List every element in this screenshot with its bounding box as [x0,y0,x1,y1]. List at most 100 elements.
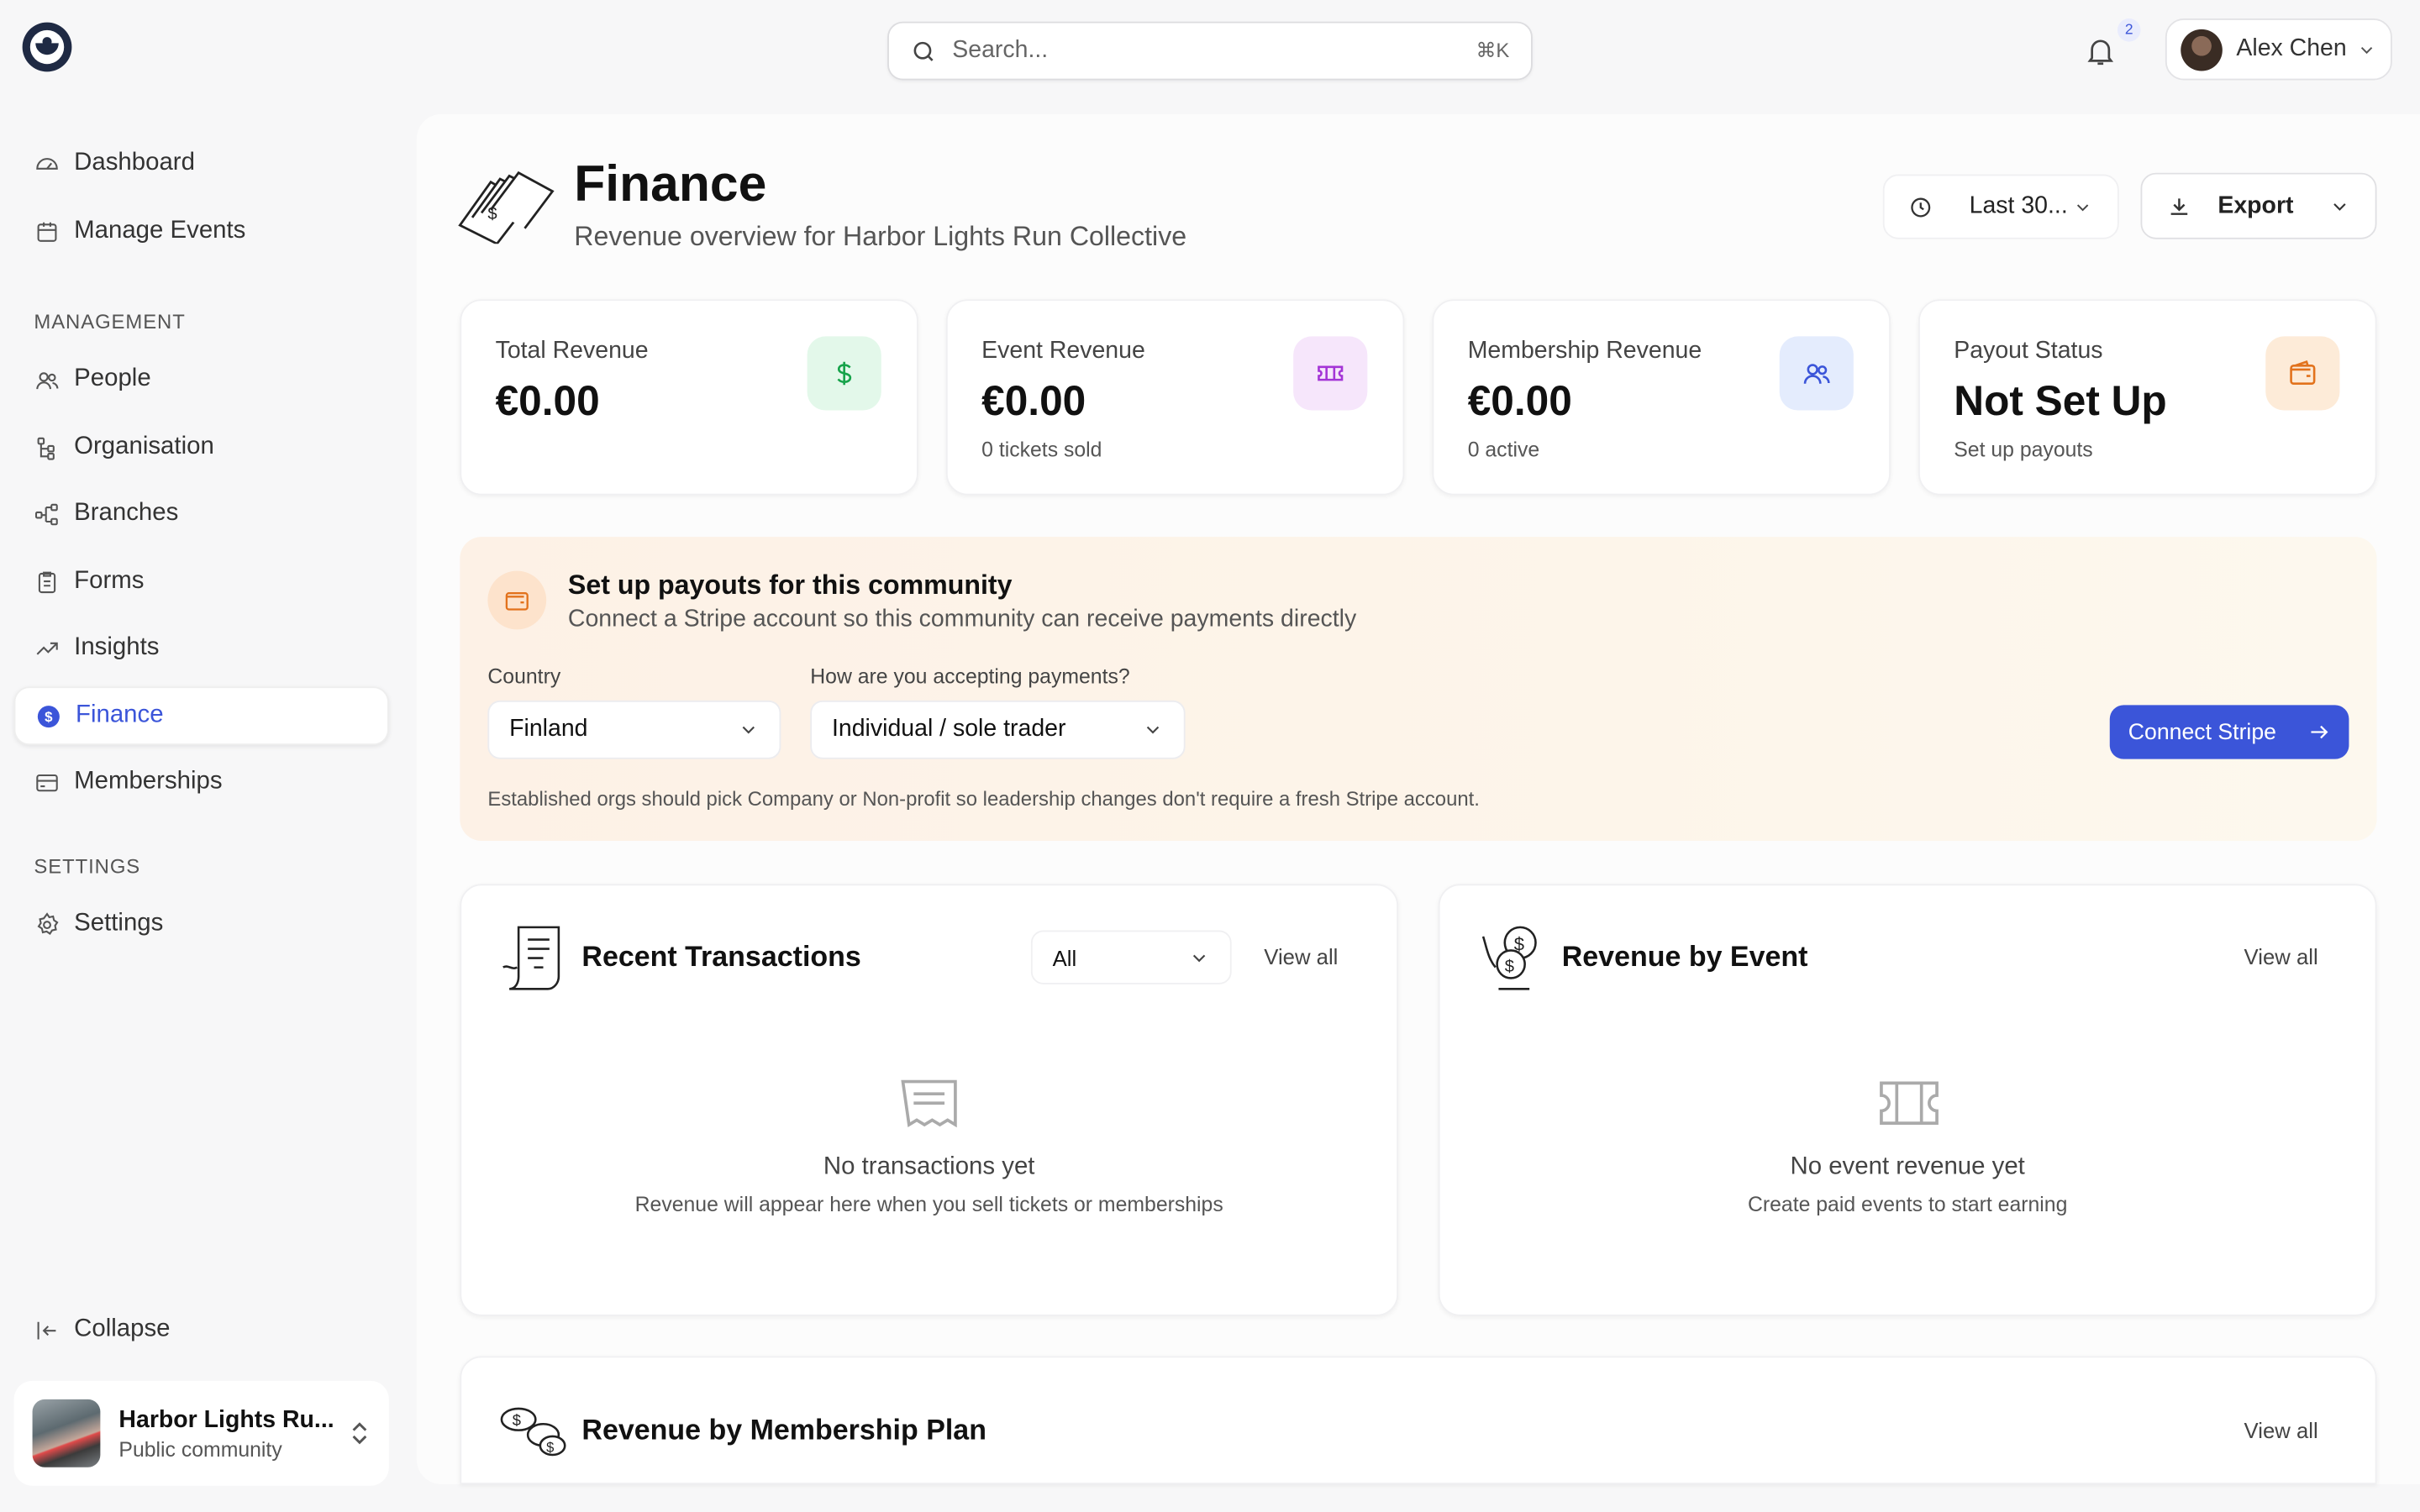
ticket-icon [1880,1081,1939,1125]
transactions-filter-select[interactable]: All [1030,930,1232,984]
wallet-icon [2265,336,2340,411]
download-icon [2170,197,2188,214]
export-label: Export [2217,192,2294,218]
payment-method-label: How are you accepting payments? [810,664,1130,689]
chevron-down-icon [2333,202,2346,210]
gauge-icon [36,157,58,169]
svg-text:$: $ [1514,933,1524,954]
notification-badge: 2 [2117,18,2141,42]
stat-card-event-revenue: Event Revenue €0.00 0 tickets sold [945,299,1405,496]
stat-label: Total Revenue [495,338,649,365]
svg-text:$: $ [45,708,53,724]
receipt-icon [502,926,560,990]
sidebar-item-label: Branches [74,500,179,527]
stat-sub: 0 tickets sold [981,438,1102,462]
users-icon [1779,336,1854,411]
org-tree-icon [37,436,55,459]
gear-icon [37,911,59,935]
payout-hint: Established orgs should pick Company or … [487,786,1480,811]
clock-icon [1911,197,1931,217]
community-avatar [32,1399,101,1467]
stat-sub: Set up payouts [1954,438,2093,462]
page-title: Finance [574,154,767,212]
country-select[interactable]: Finland [487,700,781,759]
trend-icon [36,641,58,654]
sidebar-item-branches[interactable]: Branches [14,485,389,543]
sidebar-item-label: Settings [74,910,164,937]
svg-text:$: $ [487,205,497,223]
money-bills-icon: $ [458,171,555,244]
community-visibility: Public community [118,1436,282,1461]
calendar-icon [37,221,57,241]
management-heading: MANAGEMENT [34,310,186,333]
coins-icon: $ $ [500,1407,566,1457]
sidebar-item-label: Insights [74,633,160,661]
avatar [2181,28,2223,71]
sidebar-item-memberships[interactable]: Memberships [14,753,389,811]
payment-method-select[interactable]: Individual / sole trader [810,700,1186,759]
event-revenue-empty-title: No event revenue yet [1790,1153,2025,1181]
chevron-down-icon [1146,726,1160,734]
country-label: Country [487,664,561,689]
page-subtitle: Revenue overview for Harbor Lights Run C… [574,220,1187,252]
card-icon [36,774,58,791]
chevron-up-down-icon [352,1422,367,1445]
arrow-right-icon [2311,725,2328,739]
sidebar-item-finance[interactable]: $ Finance [13,686,389,746]
sidebar-item-forms[interactable]: Forms [14,553,389,612]
stat-sub: 0 active [1467,438,1540,462]
search-placeholder: Search... [952,37,1049,64]
plan-revenue-view-all-link[interactable]: View all [2244,1418,2318,1442]
sidebar-item-label: Finance [75,701,164,728]
date-range-label: Last 30... [1969,192,2068,219]
search-input[interactable]: Search... ⌘K [887,21,1533,81]
stat-card-total-revenue: Total Revenue €0.00 [460,299,918,496]
chevron-down-icon [2360,46,2373,54]
receipt-icon [901,1079,957,1128]
export-button[interactable]: Export [2140,172,2377,239]
stat-card-payout-status: Payout Status Not Set Up Set up payouts [1918,299,2377,496]
sidebar-item-label: Forms [74,567,145,595]
transactions-view-all-link[interactable]: View all [1264,944,1338,969]
stat-value: €0.00 [1467,377,1572,425]
app-logo[interactable] [22,22,73,73]
ticket-icon [1293,336,1368,411]
sidebar-item-organisation[interactable]: Organisation [14,418,389,477]
sidebar-item-settings[interactable]: Settings [14,895,389,953]
date-range-select[interactable]: Last 30... [1882,174,2119,239]
collapse-label: Collapse [74,1315,171,1342]
payout-title: Set up payouts for this community [567,569,1013,601]
wallet-icon [487,570,547,630]
sidebar-item-insights[interactable]: Insights [14,619,389,678]
settings-heading: SETTINGS [34,854,141,879]
community-name: Harbor Lights Ru... [118,1406,334,1433]
dollar-circle-icon: $ [37,705,60,727]
bell-icon[interactable] [2084,34,2118,67]
stat-value: Not Set Up [1954,377,2167,425]
sidebar-item-manage-events[interactable]: Manage Events [14,202,389,261]
user-menu-button[interactable]: Alex Chen [2165,18,2392,81]
transactions-empty-title: No transactions yet [823,1153,1035,1181]
sidebar-item-dashboard[interactable]: Dashboard [14,134,389,193]
sidebar-item-label: Organisation [74,433,214,460]
sidebar-item-label: Memberships [74,768,223,795]
svg-text:$: $ [1505,958,1514,976]
connect-stripe-button[interactable]: Connect Stripe [2109,705,2349,759]
stat-label: Membership Revenue [1467,338,1702,365]
stat-card-membership-revenue: Membership Revenue €0.00 0 active [1432,299,1891,496]
sidebar-item-people[interactable]: People [14,350,389,409]
event-revenue-view-all-link[interactable]: View all [2244,944,2318,969]
chevron-down-icon [2076,203,2089,211]
recent-transactions-title: Recent Transactions [581,939,861,973]
collapse-button[interactable]: Collapse [14,1300,389,1359]
connect-stripe-label: Connect Stripe [2128,719,2276,745]
svg-text:$: $ [513,1411,521,1429]
user-name: Alex Chen [2236,35,2347,62]
community-switcher[interactable]: Harbor Lights Ru... Public community [13,1380,389,1486]
branches-icon [34,502,58,525]
payout-subtitle: Connect a Stripe account so this communi… [567,606,1357,633]
search-shortcut: ⌘K [1476,38,1510,62]
clipboard-icon [38,570,56,593]
collapse-icon [37,1320,56,1339]
stat-label: Event Revenue [981,338,1145,365]
